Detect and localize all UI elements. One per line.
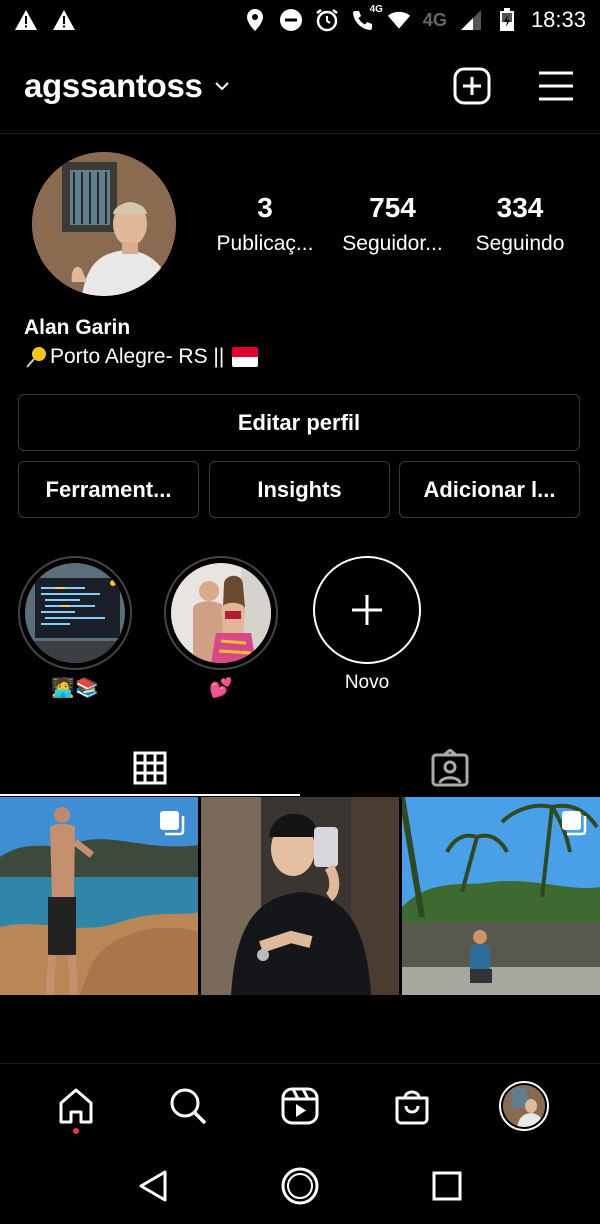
stat-following[interactable]: 334 Seguindo [460, 192, 580, 256]
username[interactable]: agssantoss [24, 67, 203, 105]
shopping-bag-icon [395, 1090, 429, 1125]
nav-avatar-image [503, 1085, 545, 1127]
system-recents-button[interactable] [417, 1156, 477, 1216]
header-divider [0, 133, 600, 134]
highlight-ring [164, 556, 278, 670]
search-icon [170, 1088, 207, 1125]
signal-icon [459, 8, 483, 32]
volte-call-icon: 4G [351, 4, 383, 32]
highlight-item[interactable]: 💕 [164, 556, 278, 700]
post-thumbnail[interactable] [201, 797, 399, 995]
system-home-button[interactable] [270, 1156, 330, 1216]
add-shop-button[interactable]: Adicionar l... [399, 461, 580, 518]
recents-square-icon [432, 1171, 462, 1201]
do-not-disturb-icon [279, 8, 303, 32]
nav-reels-button[interactable] [270, 1076, 330, 1136]
profile-bio: Porto Alegre- RS || [24, 345, 259, 369]
following-count: 334 [496, 192, 544, 223]
profile-stats: 3 Publicaç... 754 Seguidor... 334 Seguin… [205, 192, 580, 256]
highlight-cover-code [25, 563, 125, 663]
tab-grid[interactable] [0, 740, 300, 796]
menu-button[interactable] [536, 66, 576, 106]
highlight-label: 🧑‍💻📚 [51, 678, 99, 699]
highlight-item[interactable]: 🧑‍💻📚 [18, 556, 132, 700]
following-label: Seguindo [475, 232, 565, 255]
nav-profile-button[interactable] [494, 1076, 554, 1136]
tagged-person-icon [431, 749, 469, 787]
network-type-label: 4G [422, 9, 447, 30]
carousel-icon [158, 809, 186, 837]
profile-avatar[interactable] [32, 152, 176, 296]
post-thumbnail[interactable] [0, 797, 198, 995]
status-bar: 4G 4G 18:33 [0, 0, 600, 40]
followers-count: 754 [369, 192, 416, 223]
system-back-button[interactable] [123, 1156, 183, 1216]
insights-button[interactable]: Insights [209, 461, 390, 518]
status-time: 18:33 [530, 7, 586, 32]
home-icon [59, 1088, 93, 1124]
followers-label: Seguidor... [342, 232, 443, 255]
reels-icon [281, 1087, 319, 1125]
edit-profile-button[interactable]: Editar perfil [18, 394, 580, 451]
nav-home-button[interactable] [46, 1076, 106, 1136]
menu-icon [539, 71, 573, 101]
pin-icon [24, 345, 48, 369]
highlight-cover-couple [171, 563, 271, 663]
post-thumbnail[interactable] [402, 797, 600, 995]
stat-posts[interactable]: 3 Publicaç... [205, 192, 325, 256]
back-triangle-icon [139, 1170, 167, 1202]
bottom-navigation [0, 1063, 600, 1148]
flag-icon [232, 347, 259, 367]
professional-tools-button[interactable]: Ferrament... [18, 461, 199, 518]
alarm-icon [315, 8, 339, 32]
nav-search-button[interactable] [158, 1076, 218, 1136]
profile-tabs [0, 740, 600, 796]
bio-text: Porto Alegre- RS || [50, 345, 225, 368]
warning-icon [14, 8, 38, 32]
posts-count: 3 [257, 192, 273, 223]
wifi-icon [387, 8, 411, 32]
network-type-label: 4G [369, 4, 383, 15]
posts-label: Publicaç... [216, 232, 314, 255]
new-post-button[interactable] [452, 66, 492, 106]
carousel-icon [560, 809, 588, 837]
highlight-label: Novo [344, 672, 390, 693]
notification-dot [73, 1128, 79, 1134]
new-highlight-button[interactable] [313, 556, 421, 664]
warning-icon [52, 8, 76, 32]
add-square-icon [453, 67, 491, 105]
tab-tagged[interactable] [300, 740, 600, 796]
grid-icon [133, 751, 167, 785]
location-icon [243, 8, 267, 32]
highlight-ring [18, 556, 132, 670]
profile-name: Alan Garin [24, 316, 131, 339]
stat-followers[interactable]: 754 Seguidor... [333, 192, 453, 256]
posts-grid [0, 797, 600, 995]
new-highlight-item[interactable]: Novo [310, 556, 424, 694]
home-circle-icon [281, 1167, 319, 1205]
system-navigation [0, 1148, 600, 1224]
highlight-label: 💕 [209, 678, 233, 699]
avatar [499, 1081, 549, 1131]
plus-icon [352, 595, 382, 625]
nav-shop-button[interactable] [382, 1076, 442, 1136]
battery-icon [495, 8, 519, 32]
chevron-down-icon[interactable] [213, 77, 231, 95]
profile-header: agssantoss [24, 58, 576, 114]
